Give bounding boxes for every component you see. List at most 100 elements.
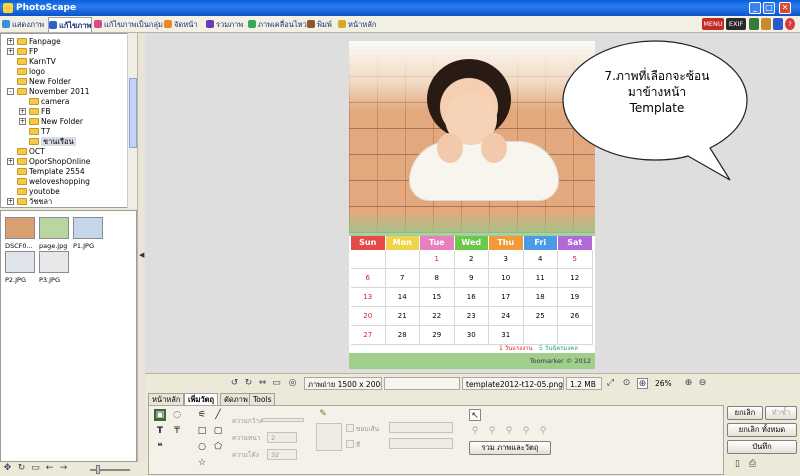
zoom-fit-icon[interactable]: ⊕: [637, 378, 648, 389]
merge-objects-button[interactable]: รวม ภาพและวัตถุ: [469, 441, 551, 455]
pentagon-tool-icon[interactable]: ⬠: [212, 441, 224, 453]
expand-icon[interactable]: +: [7, 198, 14, 205]
brush-tool-icon[interactable]: ⚟: [196, 409, 208, 421]
zoom-actual-icon[interactable]: ⊙: [621, 378, 632, 389]
tree-item-label: New Folder: [29, 77, 71, 86]
tab-tools[interactable]: Tools: [249, 393, 276, 405]
folder-icon: [17, 188, 27, 195]
menu-tab-5[interactable]: ภาพเคลื่อนไหว: [248, 17, 307, 32]
select-pointer-icon[interactable]: ↖: [469, 409, 481, 421]
object-tools: ▣ ◌ T ₸ ❝ ⚟ ╱ □ ▢ ○ ⬠ ☆ ความกว้าง ความหน…: [148, 405, 724, 475]
thumb-size-slider-handle[interactable]: [96, 465, 100, 474]
folder-icon[interactable]: ▭: [30, 463, 41, 474]
print-icon[interactable]: ⎙: [747, 459, 758, 470]
save-button[interactable]: บันทึก: [727, 440, 797, 454]
quote-tool-icon[interactable]: ❝: [154, 441, 166, 453]
flip-icon[interactable]: ⇔: [257, 378, 268, 389]
object-paste-icon: ⚲: [488, 426, 496, 436]
tab-add-object[interactable]: เพิ่มวัตถุ: [184, 393, 219, 405]
undo-button[interactable]: ยกเลิก: [727, 406, 763, 420]
expand-icon[interactable]: +: [19, 108, 26, 115]
star-tool-icon[interactable]: ☆: [196, 457, 208, 469]
info-icon[interactable]: ◎: [287, 378, 298, 389]
tree-item-label: OporShopOnline: [29, 157, 91, 166]
folder-tree-scrollbar[interactable]: [127, 33, 137, 208]
menu-tab-2[interactable]: แก้ไขภาพเป็นกลุ่ม: [94, 17, 163, 32]
calendar-cell: 27: [351, 326, 386, 345]
thumbnail-image[interactable]: [5, 217, 35, 239]
toolbar-icon-1[interactable]: [749, 18, 759, 30]
rotate-left-icon[interactable]: ↺: [229, 378, 240, 389]
border-checkbox[interactable]: [346, 424, 354, 432]
folder-icon: [29, 108, 39, 115]
template-preview-image[interactable]: Sun Mon Tue Wed Thu Fri Sat 1 2 3 4 5 6 7 8 9 10 11 12 13 1…: [349, 41, 595, 369]
close-button[interactable]: ✕: [779, 2, 791, 14]
expand-icon[interactable]: +: [7, 48, 14, 55]
back-icon[interactable]: ←: [44, 463, 55, 474]
menu-tab-4[interactable]: รวมภาพ: [206, 17, 246, 32]
rectangle-tool-icon[interactable]: □: [196, 425, 208, 437]
refresh-icon[interactable]: ↻: [16, 463, 27, 474]
collapse-arrow-icon[interactable]: ◀: [139, 251, 144, 259]
calendar-legend-1: 1 วันแรงงาน: [499, 345, 533, 352]
panel-splitter[interactable]: ◀: [137, 33, 145, 462]
new-file-icon[interactable]: ▯: [732, 459, 743, 470]
menu-tab-3[interactable]: จัดหน้า: [164, 17, 204, 32]
menu-tab-label: หน้าหลัก: [348, 20, 377, 29]
tree-item[interactable]: +เวิร์ดเรือน: [17, 206, 61, 207]
maximize-button[interactable]: □: [763, 2, 775, 14]
text-style-tool-icon[interactable]: ₸: [171, 425, 183, 437]
expand-icon[interactable]: +: [7, 158, 14, 165]
menu-tab-1[interactable]: แก้ไขภาพ: [48, 17, 92, 32]
thumbnail-image[interactable]: [39, 251, 69, 273]
tab-home[interactable]: หน้าหลัก: [148, 393, 185, 405]
calendar-cell: 5: [558, 250, 593, 269]
fit-icon[interactable]: ⤢: [605, 378, 616, 389]
menu-tab-0[interactable]: แสดงภาพ: [2, 17, 46, 32]
callout-text: 7.ภาพที่เลือกจะซ้อน มาข้างหน้า Template: [574, 68, 740, 116]
expand-icon[interactable]: +: [7, 38, 14, 45]
toolbar-icon-2[interactable]: [761, 18, 771, 30]
zoom-in-icon[interactable]: ⊕: [683, 378, 694, 389]
thickness-label: ความหนา: [232, 434, 261, 442]
calendar-cell: 29: [420, 326, 455, 345]
menu-badge[interactable]: MENU: [702, 18, 724, 30]
help-icon[interactable]: ?: [785, 18, 795, 30]
thumbnail-label: DSCF0...: [5, 242, 33, 250]
exif-badge[interactable]: EXIF: [726, 18, 746, 30]
text-tool-icon[interactable]: T: [154, 425, 166, 437]
collapse-icon[interactable]: -: [7, 88, 14, 95]
radius-label: ความโค้ง: [232, 451, 259, 459]
fill-checkbox[interactable]: [346, 440, 354, 448]
tree-item-label: Template 2554: [29, 167, 85, 176]
minimize-button[interactable]: _: [749, 2, 761, 14]
open-folder-icon[interactable]: ▭: [271, 378, 282, 389]
line-tool-icon[interactable]: ╱: [212, 409, 224, 421]
callout-line-2: มาข้างหน้า: [627, 85, 687, 99]
expand-icon[interactable]: +: [19, 118, 26, 125]
tab-crop[interactable]: ตัดภาพ: [220, 393, 252, 405]
calendar-cell: 11: [523, 269, 558, 288]
rotate-right-icon[interactable]: ↻: [243, 378, 254, 389]
menu-tab-7[interactable]: หน้าหลัก: [338, 17, 382, 32]
zoom-out-icon[interactable]: ⊖: [697, 378, 708, 389]
tree-item-label: FP: [29, 47, 38, 56]
thumbnail-image[interactable]: [73, 217, 103, 239]
fill-color-dropdown[interactable]: [389, 438, 453, 449]
calendar-cell: 25: [523, 307, 558, 326]
speech-balloon-tool-icon[interactable]: ◌: [171, 409, 183, 421]
border-color-dropdown[interactable]: [389, 422, 453, 433]
thumb-option-icon[interactable]: ✥: [2, 463, 13, 474]
toolbar-icon-3[interactable]: [773, 18, 783, 30]
menu-tab-icon: [206, 20, 214, 28]
circle-tool-icon[interactable]: ○: [196, 441, 208, 453]
thumbnail-image[interactable]: [5, 251, 35, 273]
thumbnail-image[interactable]: [39, 217, 69, 239]
color-picker-icon[interactable]: ✎: [317, 408, 329, 420]
menu-tab-6[interactable]: พิมพ์: [307, 17, 336, 32]
rounded-rect-tool-icon[interactable]: ▢: [212, 425, 224, 437]
undo-all-button[interactable]: ยกเลิก ทั้งหมด: [727, 423, 797, 437]
forward-icon[interactable]: →: [58, 463, 69, 474]
scrollbar-thumb[interactable]: [129, 78, 137, 148]
photo-tool-icon[interactable]: ▣: [154, 409, 166, 421]
